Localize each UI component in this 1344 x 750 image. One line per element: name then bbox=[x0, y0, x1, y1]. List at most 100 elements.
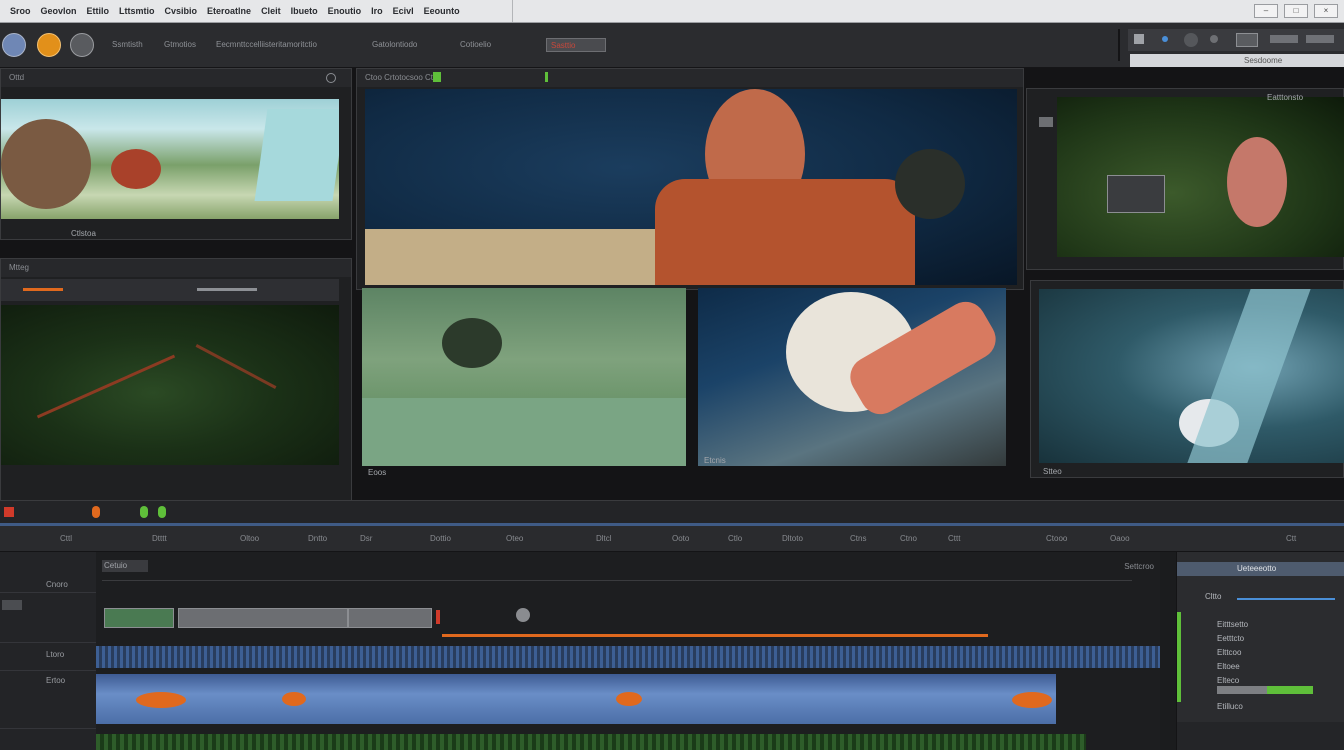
layout-icon[interactable] bbox=[1236, 33, 1258, 47]
dot-icon[interactable] bbox=[1162, 36, 1168, 42]
ruler-tick: Cttt bbox=[948, 534, 961, 543]
slider-icon[interactable] bbox=[1270, 35, 1298, 43]
handle-icon[interactable] bbox=[516, 608, 530, 622]
menu-item-10[interactable]: Iro bbox=[371, 6, 383, 16]
menu-item-6[interactable]: Eteroatlne bbox=[207, 6, 251, 16]
audio-track-1[interactable] bbox=[96, 646, 1160, 668]
clip-thumbnail-a[interactable] bbox=[1, 99, 339, 219]
playhead-marker[interactable] bbox=[436, 610, 440, 624]
menu-item-4[interactable]: Lttsmtio bbox=[119, 6, 155, 16]
play-icon[interactable] bbox=[1039, 117, 1053, 127]
toolbar-right-panel bbox=[1128, 29, 1344, 51]
program-frame[interactable] bbox=[365, 89, 1017, 285]
timeline-tracks[interactable]: Cetuio Settcroo bbox=[96, 552, 1160, 750]
options-icon[interactable] bbox=[326, 73, 336, 83]
inspector-line: Eetttcto bbox=[1217, 634, 1245, 643]
monitor-title: Ctoo Crtotocsoo Cttt bbox=[357, 69, 1023, 87]
reference-monitor: Stteo bbox=[1030, 280, 1344, 478]
circle-icon[interactable] bbox=[1210, 35, 1218, 43]
menu-item-12[interactable]: Eeounto bbox=[424, 6, 460, 16]
ruler-tick: Ctns bbox=[850, 534, 867, 543]
settings-mode-button[interactable] bbox=[70, 33, 94, 57]
ruler-tick: Ctno bbox=[900, 534, 917, 543]
program-monitor: Ctoo Crtotocsoo Cttt bbox=[356, 68, 1024, 290]
ruler-highlight bbox=[0, 523, 1344, 526]
playback-mode-button[interactable] bbox=[37, 33, 61, 57]
ruler-tick: Oltoo bbox=[240, 534, 260, 543]
toolbar-field[interactable]: Sasttio bbox=[546, 38, 606, 52]
menu-item-5[interactable]: Cvsibio bbox=[165, 6, 198, 16]
audio-track-2[interactable] bbox=[96, 734, 1086, 750]
clip-marker bbox=[282, 692, 306, 706]
net-shape bbox=[254, 109, 339, 201]
record-mode-button[interactable] bbox=[2, 33, 26, 57]
inspector-slider[interactable] bbox=[1237, 598, 1335, 600]
menu-item-3[interactable]: Ettilo bbox=[87, 6, 110, 16]
sync-icon[interactable] bbox=[1184, 33, 1198, 47]
marker-icon-2[interactable] bbox=[545, 72, 548, 82]
reference-frame[interactable] bbox=[1039, 289, 1344, 463]
volume-bar[interactable] bbox=[197, 288, 257, 291]
inspector-line: Eltoee bbox=[1217, 662, 1240, 671]
inspector-line: Eitttsetto bbox=[1217, 620, 1249, 629]
ruler-tick: Ctt bbox=[1286, 534, 1297, 543]
menu-item-9[interactable]: Enoutio bbox=[328, 6, 362, 16]
timeline-ruler[interactable]: Cttl Dtttt Oltoo Dntto Dsr Dottio Oteo D… bbox=[0, 523, 1344, 552]
track-divider bbox=[0, 592, 96, 593]
ruler-tick: Oaoo bbox=[1110, 534, 1130, 543]
menu-item-7[interactable]: Cleit bbox=[261, 6, 281, 16]
clip-green[interactable] bbox=[104, 608, 174, 628]
marker-icon[interactable] bbox=[433, 72, 441, 82]
work-area-bar[interactable] bbox=[442, 634, 988, 637]
minimize-button[interactable]: – bbox=[1254, 4, 1278, 18]
inspector-accent bbox=[1177, 612, 1181, 702]
clip-thumbnail-b[interactable] bbox=[1, 305, 339, 465]
loop-icon[interactable] bbox=[158, 506, 166, 518]
turf-shape bbox=[362, 398, 686, 466]
lock-icon[interactable] bbox=[2, 600, 22, 610]
menu-icon[interactable] bbox=[1306, 35, 1334, 43]
splash-shape bbox=[1187, 289, 1311, 463]
toolbar-label-2[interactable]: Gtmotios bbox=[164, 40, 196, 49]
track-label-3[interactable]: Ertoo bbox=[46, 676, 65, 685]
play-icon-2[interactable] bbox=[140, 506, 148, 518]
inspector-value-fill bbox=[1267, 686, 1313, 694]
transport-bar bbox=[0, 500, 1344, 523]
figure-shape bbox=[1, 119, 91, 209]
toolbar-label-1[interactable]: Ssmtisth bbox=[112, 40, 143, 49]
clip-grey-2[interactable] bbox=[348, 608, 432, 628]
clip-caption-f: Etcnis bbox=[704, 456, 726, 465]
ruler-tick: Dntto bbox=[308, 534, 328, 543]
menu-item-8[interactable]: Ibueto bbox=[291, 6, 318, 16]
toolbar-label-3[interactable]: Eecmnttccelliisteritamoritctio bbox=[216, 40, 317, 49]
toolbar-label-5[interactable]: Cotioelio bbox=[460, 40, 491, 49]
clip-thumbnail-e[interactable] bbox=[362, 288, 686, 466]
close-button[interactable]: × bbox=[1314, 4, 1338, 18]
inspector-line: Elteco bbox=[1217, 676, 1240, 685]
menu-item-2[interactable]: Geovlon bbox=[41, 6, 77, 16]
stick-shape bbox=[36, 354, 176, 419]
toolbar-label-4[interactable]: Gatolontiodo bbox=[372, 40, 417, 49]
toolbar-search-text: Sesdoome bbox=[1244, 56, 1283, 65]
progress-bar[interactable] bbox=[23, 288, 63, 291]
inspector-title: Ueteeeotto bbox=[1177, 562, 1344, 576]
maximize-button[interactable]: □ bbox=[1284, 4, 1308, 18]
video-track-1[interactable] bbox=[96, 674, 1056, 724]
ground-shape bbox=[365, 229, 665, 285]
track-label-2[interactable]: Ltoro bbox=[46, 650, 64, 659]
track-divider bbox=[0, 642, 96, 643]
source-frame[interactable] bbox=[1057, 97, 1344, 257]
menu-item-11[interactable]: Ecivl bbox=[393, 6, 414, 16]
clip-thumbnail-f[interactable] bbox=[698, 288, 1006, 466]
record-icon[interactable] bbox=[4, 507, 14, 517]
track-divider bbox=[0, 670, 96, 671]
figure-shape-2 bbox=[1227, 137, 1287, 227]
media-panel-top: Ottd Ctlstoa bbox=[0, 68, 352, 240]
track-top-label: Cetuio bbox=[102, 560, 148, 572]
stop-icon[interactable] bbox=[92, 506, 100, 518]
menu-item-1[interactable]: Sroo bbox=[10, 6, 31, 16]
clip-grey[interactable] bbox=[178, 608, 348, 628]
toolbar-search[interactable]: Sesdoome bbox=[1130, 54, 1344, 67]
grid-icon[interactable] bbox=[1134, 34, 1144, 44]
track-label-1[interactable]: Cnoro bbox=[46, 580, 68, 589]
